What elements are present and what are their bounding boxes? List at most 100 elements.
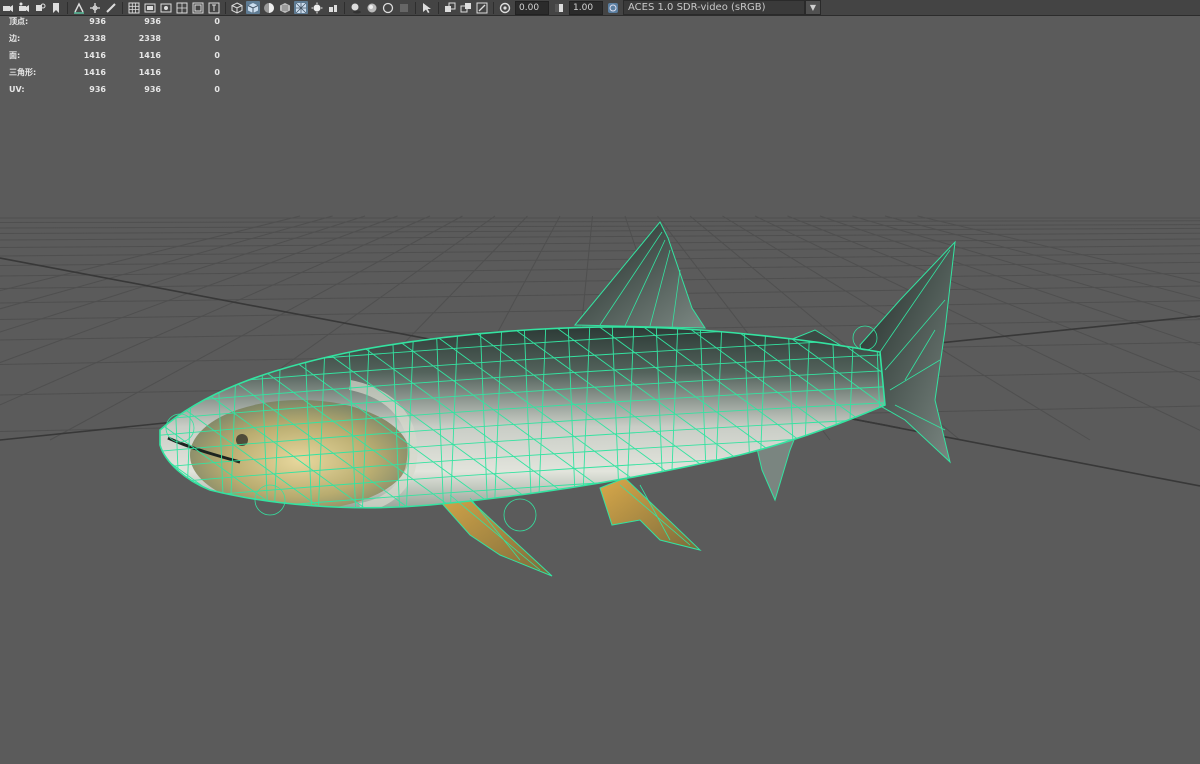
wire-line [831,495,855,508]
wire-line [721,479,745,497]
wire-line [655,495,679,508]
gamma-icon[interactable] [552,1,566,14]
wire-line [809,479,833,497]
image-plane-icon[interactable] [49,1,63,14]
hud-row-uvs: UV: 936 936 0 [0,84,230,101]
camera-select-icon[interactable] [1,1,15,14]
ambient-occlusion-icon[interactable] [365,1,379,14]
wire-line [160,326,173,337]
toolbar-separator [415,1,416,14]
wire-line [743,495,767,508]
wire-line [259,335,283,353]
hud-value: 936 [89,17,106,26]
grid-line [0,227,1200,234]
wire-line [567,495,591,508]
xray-joints-icon[interactable] [443,1,457,14]
hud-value: 2338 [83,34,106,43]
wire-line [413,326,437,337]
wire-line [875,431,885,449]
2d-pan-zoom-icon[interactable] [72,1,86,14]
anti-aliasing-icon[interactable] [397,1,411,14]
safe-action-icon[interactable] [207,1,221,14]
poly-count-hud: 顶点: 936 936 0 边: 2338 2338 0 面: 1416 141… [0,16,230,101]
wire-line [281,326,305,337]
wire-line [853,447,877,465]
wire-line [193,326,217,337]
camera-attributes-icon[interactable] [17,1,31,14]
isolate-select-icon[interactable] [420,1,434,14]
xray-icon[interactable] [310,1,324,14]
bookmark-icon[interactable] [33,1,47,14]
toolbar-separator [344,1,345,14]
wire-line [677,479,701,497]
wire-line [142,320,150,520]
wire-line [853,415,877,433]
textured-icon[interactable] [278,1,292,14]
wire-line [699,495,723,508]
wire-line [215,495,239,508]
film-gate-icon[interactable] [143,1,157,14]
hud-value: 0 [214,17,220,26]
wire-line [160,479,173,497]
toolbar-separator [67,1,68,14]
hud-row-faces: 面: 1416 1416 0 [0,50,230,67]
hud-value: 936 [144,85,161,94]
gamma-field[interactable]: 1.00 [569,0,603,15]
toolbar-separator [225,1,226,14]
wire-line [787,495,811,508]
wire-line [171,335,195,353]
wireframe-icon[interactable] [230,1,244,14]
hud-row-edges: 边: 2338 2338 0 [0,33,230,50]
hud-row-triangles: 三角形: 1416 1416 0 [0,67,230,84]
hud-value: 1416 [83,68,106,77]
grid-line [917,215,1200,283]
gate-mask-icon[interactable] [175,1,189,14]
lights-icon[interactable] [326,1,340,14]
grid-line [0,224,1200,229]
backface-culling-icon[interactable] [475,1,489,14]
exposure-icon[interactable] [498,1,512,14]
grid-line [0,272,1200,289]
perspective-viewport[interactable] [0,16,1200,764]
toolbar-separator [438,1,439,14]
hud-value: 2338 [138,34,161,43]
hud-value: 0 [214,85,220,94]
field-chart-icon[interactable] [191,1,205,14]
hud-value: 1416 [83,51,106,60]
motion-blur-icon[interactable] [381,1,395,14]
smooth-shade-icon[interactable] [246,1,260,14]
wire-line [699,463,723,481]
wire-line [160,351,173,369]
hud-label: 边: [9,34,21,43]
viewport-panel-toolbar: 0.00 1.00 ACES 1.0 SDR-video (sRGB) ▼ [0,0,1200,16]
hud-value: 0 [214,34,220,43]
wire-line [875,495,885,508]
grid-line [0,220,1200,223]
wireframe-on-shaded-icon[interactable] [294,1,308,14]
pencil-icon[interactable] [104,1,118,14]
wire-line [171,367,195,385]
wire-line [853,479,877,497]
wire-line [171,495,195,508]
hud-value: 936 [89,85,106,94]
hud-value: 0 [214,51,220,60]
hud-value: 1416 [138,68,161,77]
grid-icon[interactable] [127,1,141,14]
wire-line [809,447,833,465]
wire-line [787,463,811,481]
grease-pencil-icon[interactable] [88,1,102,14]
color-management-icon[interactable] [606,1,620,14]
default-material-icon[interactable] [262,1,276,14]
color-space-select[interactable]: ACES 1.0 SDR-video (sRGB) [623,0,805,15]
toolbar-separator [122,1,123,14]
resolution-gate-icon[interactable] [159,1,173,14]
hud-value: 1416 [138,51,161,60]
hud-row-vertices: 顶点: 936 936 0 [0,16,230,33]
chevron-down-icon[interactable]: ▼ [805,0,821,15]
xray-active-icon[interactable] [459,1,473,14]
exposure-field[interactable]: 0.00 [515,0,549,15]
shadows-icon[interactable] [349,1,363,14]
grid-line [0,253,1200,266]
wire-line [875,463,885,481]
grid-line [0,261,1200,277]
